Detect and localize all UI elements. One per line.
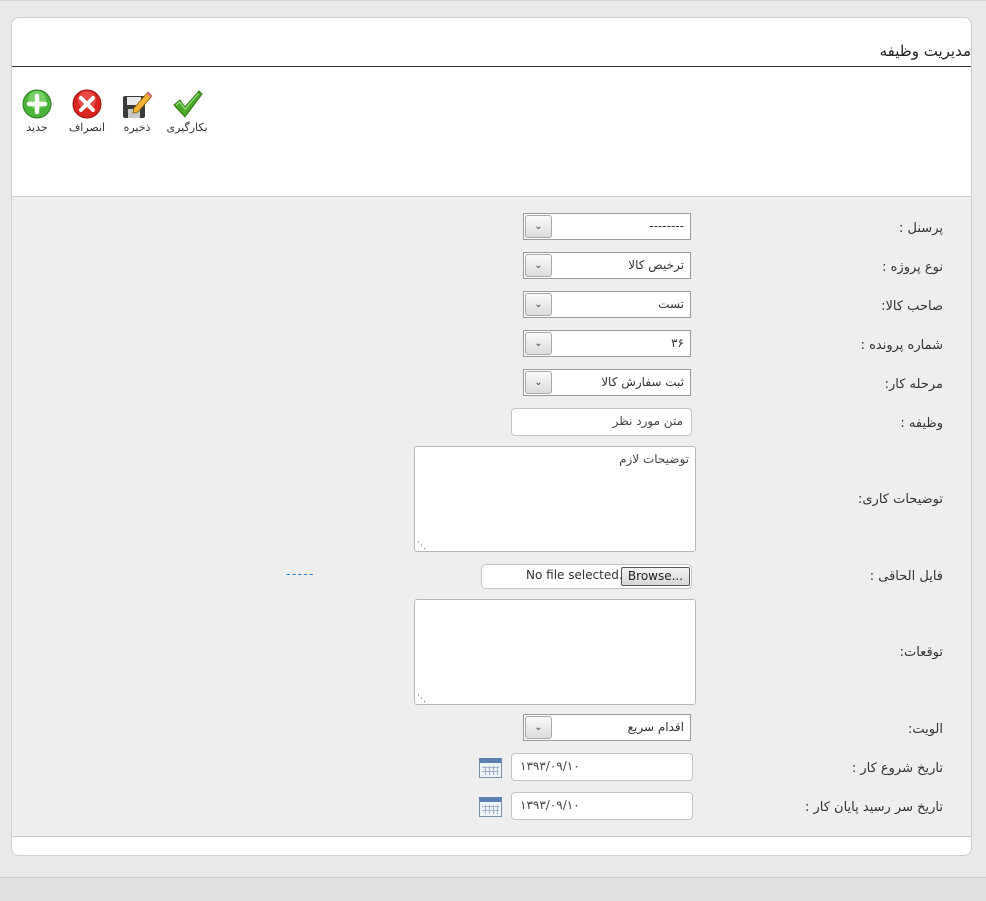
task-label: وظیفه : [900,416,943,431]
work-description-value: توضیحات لازم [619,452,689,466]
file-status: No file selected. [526,568,623,582]
checkmark-icon [173,90,203,118]
file-number-value: ۳۶ [671,336,684,350]
floppy-pencil-icon [123,91,153,118]
project-type-value: ترخیص کالا [628,258,684,272]
start-date-label: تاریخ شروع کار : [851,761,943,776]
file-number-label: شماره پرونده : [860,338,943,353]
attachment-link[interactable]: ----- [286,567,314,582]
calendar-icon[interactable] [479,758,502,778]
goods-owner-label: صاحب کالا: [881,299,943,314]
apply-label: بکارگیری [166,121,208,134]
priority-select[interactable]: اقدام سریع ⌄ [523,714,691,741]
due-date-label: تاریخ سر رسید پایان کار : [804,800,943,815]
save-label: ذخیره [123,121,151,134]
start-date-input[interactable]: ۱۳۹۳/۰۹/۱۰ [511,753,693,781]
chevron-down-icon[interactable]: ⌄ [525,371,552,394]
project-type-label: نوع پروژه : [882,260,943,275]
priority-label: الویت: [907,722,943,737]
work-stage-select[interactable]: ثبت سفارش کالا ⌄ [523,369,691,396]
project-type-select[interactable]: ترخیص کالا ⌄ [523,252,691,279]
personnel-label: پرسنل : [899,221,943,236]
apply-button[interactable]: بکارگیری [163,88,211,138]
work-stage-label: مرحله کار: [884,377,943,392]
goods-owner-value: تست [658,297,684,311]
file-number-select[interactable]: ۳۶ ⌄ [523,330,691,357]
resize-grip-icon[interactable]: ⋰ [417,542,426,551]
chevron-down-icon[interactable]: ⌄ [525,332,552,355]
expectations-label: توقعات: [899,645,943,660]
task-form: پرسنل : -------- ⌄ نوع پروژه : ترخیص کال… [12,196,971,837]
chevron-down-icon[interactable]: ⌄ [525,254,552,277]
new-label: جدید [26,121,48,134]
attachment-file-input[interactable]: Browse... No file selected. [481,564,692,589]
task-management-panel: مدیریت وظیفه بکارگیری ذخیره انصراف جدید … [11,17,972,856]
cancel-label: انصراف [68,121,106,134]
work-description-label: توضیحات کاری: [857,492,943,507]
attachment-label: فایل الحاقی : [869,569,943,584]
chevron-down-icon[interactable]: ⌄ [525,716,552,739]
resize-grip-icon[interactable]: ⋰ [417,695,426,704]
top-divider [0,0,986,1]
goods-owner-select[interactable]: تست ⌄ [523,291,691,318]
save-button[interactable]: ذخیره [113,88,161,138]
task-input[interactable]: متن مورد نظر [511,408,692,436]
cancel-button[interactable]: انصراف [63,88,111,138]
browse-button[interactable]: Browse... [621,567,690,586]
title-underline [12,66,971,67]
calendar-icon[interactable] [479,797,502,817]
chevron-down-icon[interactable]: ⌄ [525,215,552,238]
chevron-down-icon[interactable]: ⌄ [525,293,552,316]
priority-value: اقدام سریع [627,720,684,734]
new-button[interactable]: جدید [13,88,61,138]
green-plus-icon [22,89,52,119]
red-x-icon [72,89,102,119]
page-title: مدیریت وظیفه [879,42,971,60]
expectations-textarea[interactable]: ⋰ [414,599,696,705]
page-footer-strip [0,877,986,901]
personnel-select[interactable]: -------- ⌄ [523,213,691,240]
due-date-input[interactable]: ۱۳۹۳/۰۹/۱۰ [511,792,693,820]
personnel-value: -------- [649,219,684,233]
work-description-textarea[interactable]: توضیحات لازم ⋰ [414,446,696,552]
work-stage-value: ثبت سفارش کالا [601,375,684,389]
